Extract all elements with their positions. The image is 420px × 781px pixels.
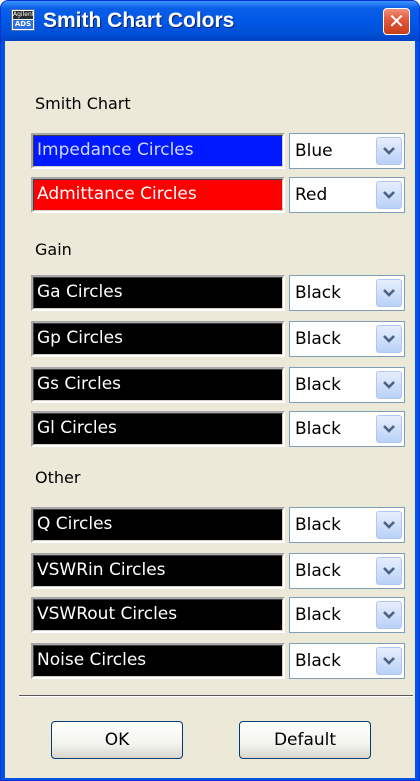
title-bar[interactable]: Agilent ADS Smith Chart Colors ✕ (1, 1, 419, 41)
chevron-down-icon[interactable] (376, 511, 402, 539)
window-title: Smith Chart Colors (43, 9, 235, 32)
close-icon: ✕ (388, 9, 405, 33)
section-label-smith-chart: Smith Chart (35, 94, 131, 113)
section-label-other: Other (35, 468, 81, 487)
chevron-down-icon[interactable] (376, 279, 402, 307)
swatch-label: VSWRout Circles (37, 604, 178, 624)
agilent-ads-icon: Agilent ADS (11, 9, 35, 31)
select-value: Black (295, 329, 341, 349)
select-value: Black (295, 651, 341, 671)
color-swatch-impedance-circles: Impedance Circles (31, 133, 285, 169)
swatch-label: Gl Circles (37, 418, 117, 438)
color-swatch-gl-circles: Gl Circles (31, 411, 285, 447)
color-select-impedance-circles[interactable]: Blue (289, 133, 405, 169)
swatch-label: Ga Circles (37, 282, 123, 302)
color-swatch-admittance-circles: Admittance Circles (31, 177, 285, 213)
select-value: Blue (295, 141, 333, 161)
color-swatch-gs-circles: Gs Circles (31, 367, 285, 403)
color-select-gl-circles[interactable]: Black (289, 411, 405, 447)
swatch-label: Impedance Circles (37, 140, 194, 160)
color-select-vswrin-circles[interactable]: Black (289, 553, 405, 589)
chevron-down-icon[interactable] (376, 601, 402, 629)
chevron-down-icon[interactable] (376, 647, 402, 675)
select-value: Black (295, 561, 341, 581)
color-select-q-circles[interactable]: Black (289, 507, 405, 543)
dialog-window: Agilent ADS Smith Chart Colors ✕ Smith C… (0, 0, 420, 781)
swatch-label: Gs Circles (37, 374, 122, 394)
color-swatch-gp-circles: Gp Circles (31, 321, 285, 357)
color-swatch-vswrout-circles: VSWRout Circles (31, 597, 285, 633)
color-select-gs-circles[interactable]: Black (289, 367, 405, 403)
dialog-body: Smith Chart Impedance Circles Blue Admit… (5, 41, 415, 778)
select-value: Red (295, 185, 328, 205)
swatch-label: Gp Circles (37, 328, 123, 348)
color-swatch-ga-circles: Ga Circles (31, 275, 285, 311)
color-select-ga-circles[interactable]: Black (289, 275, 405, 311)
chevron-down-icon[interactable] (376, 137, 402, 165)
swatch-label: Noise Circles (37, 650, 147, 670)
default-button[interactable]: Default (239, 721, 371, 759)
ok-button[interactable]: OK (51, 721, 183, 759)
color-swatch-vswrin-circles: VSWRin Circles (31, 553, 285, 589)
chevron-down-icon[interactable] (376, 181, 402, 209)
select-value: Black (295, 515, 341, 535)
select-value: Black (295, 283, 341, 303)
color-select-vswrout-circles[interactable]: Black (289, 597, 405, 633)
color-swatch-noise-circles: Noise Circles (31, 643, 285, 679)
select-value: Black (295, 375, 341, 395)
color-select-gp-circles[interactable]: Black (289, 321, 405, 357)
app-icon-top-text: Agilent (13, 11, 35, 19)
chevron-down-icon[interactable] (376, 371, 402, 399)
app-icon-bottom-text: ADS (13, 20, 33, 29)
chevron-down-icon[interactable] (376, 415, 402, 443)
swatch-label: Admittance Circles (37, 184, 197, 204)
swatch-label: VSWRin Circles (37, 560, 166, 580)
section-label-gain: Gain (35, 240, 72, 259)
color-select-noise-circles[interactable]: Black (289, 643, 405, 679)
select-value: Black (295, 605, 341, 625)
select-value: Black (295, 419, 341, 439)
swatch-label: Q Circles (37, 514, 113, 534)
color-select-admittance-circles[interactable]: Red (289, 177, 405, 213)
chevron-down-icon[interactable] (376, 325, 402, 353)
divider (19, 695, 413, 697)
chevron-down-icon[interactable] (376, 557, 402, 585)
close-button[interactable]: ✕ (383, 8, 410, 35)
color-swatch-q-circles: Q Circles (31, 507, 285, 543)
